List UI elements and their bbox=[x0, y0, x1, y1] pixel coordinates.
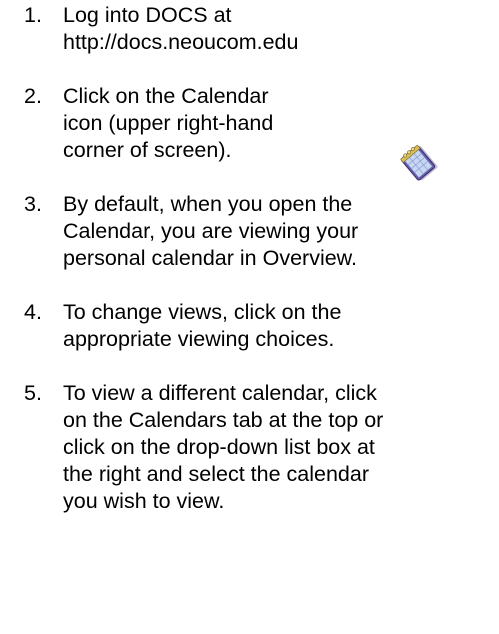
step-number: 2. bbox=[24, 84, 42, 108]
step-text-line: To change views, click on the bbox=[63, 300, 342, 324]
step-4: 4. To change views, click on the appropr… bbox=[24, 299, 494, 353]
step-3: 3. By default, when you open the Calenda… bbox=[24, 191, 494, 272]
instruction-list: 1. Log into DOCS at http://docs.neoucom.… bbox=[24, 2, 494, 542]
step-5: 5. To view a different calendar, click o… bbox=[24, 380, 494, 515]
step-text-line: Log into DOCS at bbox=[63, 3, 232, 27]
step-text-line: you wish to view. bbox=[63, 489, 225, 513]
calendar-icon bbox=[398, 140, 438, 184]
step-text-line: personal calendar in Overview. bbox=[63, 246, 357, 270]
step-text-line: Calendar, you are viewing your bbox=[63, 219, 359, 243]
step-text-line: To view a different calendar, click bbox=[63, 381, 377, 405]
step-number: 1. bbox=[24, 3, 42, 27]
step-text-line: http://docs.neoucom.edu bbox=[63, 30, 299, 54]
step-number: 5. bbox=[24, 381, 42, 405]
step-text-line: Click on the Calendar bbox=[63, 84, 269, 108]
step-1: 1. Log into DOCS at http://docs.neoucom.… bbox=[24, 2, 494, 56]
step-text-line: appropriate viewing choices. bbox=[63, 327, 335, 351]
step-text-line: icon (upper right-hand bbox=[63, 111, 274, 135]
step-text-line: By default, when you open the bbox=[63, 192, 353, 216]
step-number: 3. bbox=[24, 192, 42, 216]
step-number: 4. bbox=[24, 300, 42, 324]
step-text-line: on the Calendars tab at the top or bbox=[63, 408, 384, 432]
step-text-line: click on the drop-down list box at bbox=[63, 435, 375, 459]
step-text-line: the right and select the calendar bbox=[63, 462, 369, 486]
